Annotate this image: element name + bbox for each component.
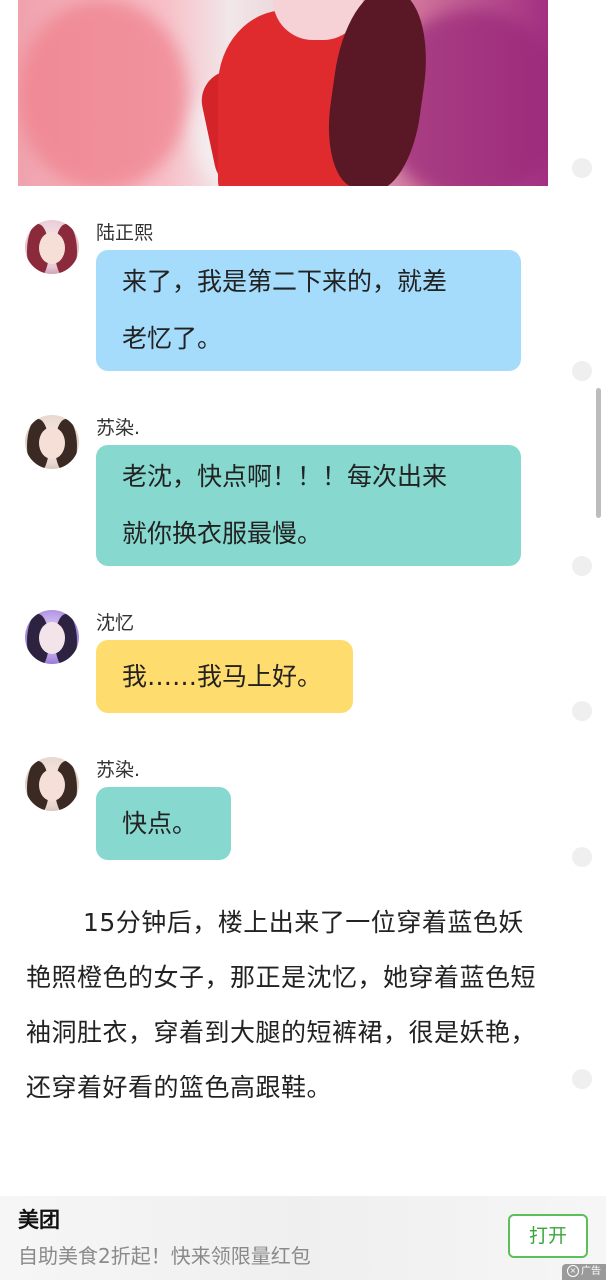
girl-purple-avatar-icon[interactable] xyxy=(25,610,79,664)
girl-dark-hair-avatar-icon[interactable] xyxy=(25,415,79,469)
paragraph-comment-dot[interactable] xyxy=(572,701,592,721)
message-bubble: 老沈，快点啊！！！每次出来 就你换衣服最慢。 xyxy=(96,445,521,566)
sender-name: 苏染. xyxy=(96,417,141,439)
paragraph-comment-dot[interactable] xyxy=(572,556,592,576)
sender-name: 苏染. xyxy=(96,759,141,781)
sender-name: 沈忆 xyxy=(96,612,135,634)
ad-close-icon[interactable]: × xyxy=(567,1265,579,1277)
ad-brand-name: 美团 xyxy=(18,1208,60,1232)
paragraph-comment-dot[interactable] xyxy=(572,361,592,381)
ad-description: 自助美食2折起！快来领限量红包 xyxy=(18,1244,311,1268)
reader-page: 陆正熙 来了，我是第二下来的，就差 老忆了。 苏染. 老沈，快点啊！！！每次出来… xyxy=(0,0,606,1280)
paragraph-comment-dot[interactable] xyxy=(572,847,592,867)
message-line: 老忆了。 xyxy=(122,324,223,353)
message-line: 我……我马上好。 xyxy=(122,662,323,691)
message-bubble: 快点。 xyxy=(96,787,231,860)
ad-tag-label: 广告 xyxy=(581,1266,601,1277)
girl-dark-hair-avatar-icon[interactable] xyxy=(25,757,79,811)
message-line: 来了，我是第二下来的，就差 xyxy=(122,267,448,296)
message-line: 就你换衣服最慢。 xyxy=(122,519,323,548)
message-bubble: 来了，我是第二下来的，就差 老忆了。 xyxy=(96,250,521,371)
narrative-paragraph: 15分钟后，楼上出来了一位穿着蓝色妖艳照橙色的女子，那正是沈忆，她穿着蓝色短袖洞… xyxy=(26,908,537,1102)
message-bubble: 我……我马上好。 xyxy=(96,640,353,713)
ad-open-button[interactable]: 打开 xyxy=(508,1214,588,1258)
story-illustration-image xyxy=(18,0,548,186)
scrollbar-thumb[interactable] xyxy=(596,388,601,518)
sender-name: 陆正熙 xyxy=(96,222,154,244)
ad-banner[interactable]: 美团 自助美食2折起！快来领限量红包 打开 × 广告 xyxy=(0,1196,606,1280)
ad-label-tag[interactable]: × 广告 xyxy=(562,1264,606,1280)
message-line: 老沈，快点啊！！！每次出来 xyxy=(122,462,448,491)
paragraph-comment-dot[interactable] xyxy=(572,158,592,178)
message-line: 快点。 xyxy=(122,809,198,838)
paragraph-comment-dot[interactable] xyxy=(572,1069,592,1089)
girl-red-hair-avatar-icon[interactable] xyxy=(25,220,79,274)
